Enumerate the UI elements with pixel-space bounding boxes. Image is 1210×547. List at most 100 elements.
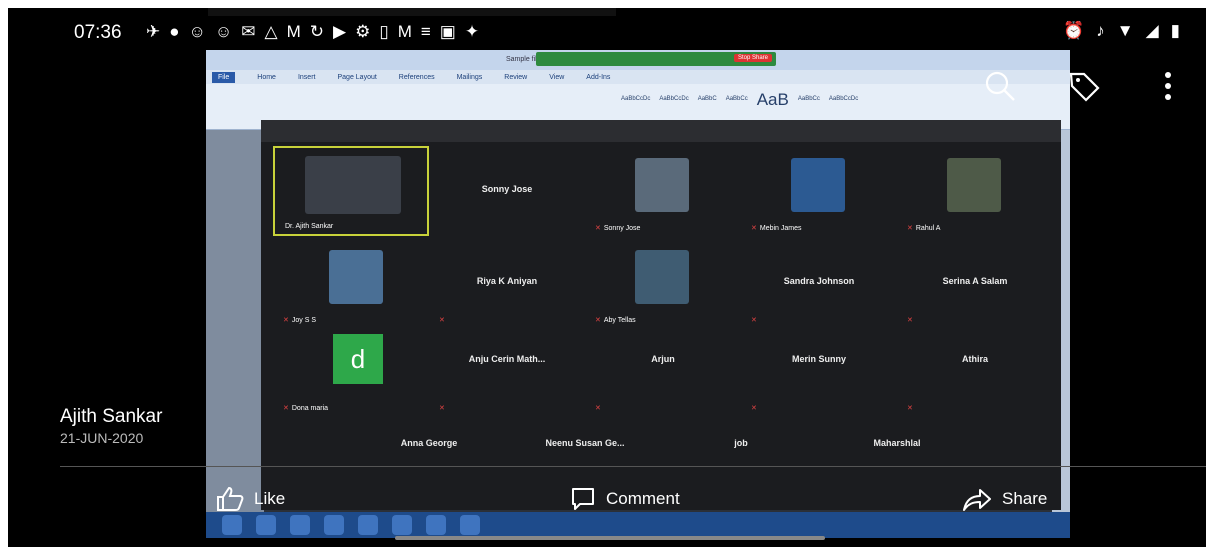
like-button[interactable]: Like — [216, 486, 285, 512]
participant-tile: d ✕ Dona maria — [273, 326, 429, 416]
ribbon-tabs: File Home Insert Page Layout References … — [206, 70, 1070, 84]
settings-icon: ⚙ — [355, 22, 371, 41]
more-vertical-icon — [1165, 72, 1171, 100]
comment-button[interactable]: Comment — [570, 486, 680, 512]
app-icon — [256, 515, 276, 535]
style-sample: AaBbCc — [725, 96, 748, 102]
participant-tile: Riya K Aniyan ✕ — [429, 238, 585, 328]
participant-name: Neenu Susan Ge... — [545, 438, 625, 448]
comment-label: Comment — [606, 489, 680, 508]
participant-label: ✕ Aby Tellas — [595, 317, 636, 324]
photo[interactable]: Sample fil Stop Share File Home Insert P… — [206, 50, 1070, 538]
ribbon-tab: View — [549, 73, 565, 81]
participant-tile: ✕ Rahul A — [897, 146, 1053, 236]
video-thumbnail — [791, 158, 845, 212]
style-sample: AaBbC — [697, 96, 717, 102]
person-icon: ☺ — [214, 22, 233, 41]
participant-name: Arjun — [651, 354, 675, 364]
participant-name: Merin Sunny — [791, 354, 846, 364]
signal-icon: ◢ — [1145, 21, 1159, 40]
gallery-icon: ▣ — [439, 22, 456, 41]
participant-tile: Dr. Ajith Sankar — [273, 146, 429, 236]
ribbon-tab: Add-Ins — [586, 73, 611, 81]
video-thumbnail — [635, 158, 689, 212]
comment-icon — [572, 488, 594, 510]
zoom-gallery-window: Dr. Ajith Sankar Sonny Jose ✕ Sonny Jose … — [261, 120, 1061, 510]
participant-name: Anju Cerin Math... — [468, 354, 546, 364]
participant-name: Riya K Aniyan — [476, 276, 538, 286]
word-title-bar: Sample fil Stop Share — [206, 50, 1070, 70]
more-button[interactable] — [1148, 66, 1188, 106]
zoom-gallery-header — [261, 120, 1061, 142]
video-thumbnail — [305, 156, 401, 214]
tag-icon — [1069, 72, 1100, 102]
share-label: Share — [1002, 489, 1048, 508]
style-sample: AaBbCcDc — [828, 96, 859, 102]
video-thumbnail — [635, 250, 689, 304]
notification-icons: ✈ ● ☺ ☺ ✉ △ M ↻ ▶ ⚙ ▯ M ≡ ▣ ✦ — [146, 22, 479, 42]
styles-gallery: AaBbCcDc AaBbCcDc AaBbC AaBbCc AaB AaBbC… — [621, 90, 859, 116]
mute-icon: ✕ — [751, 317, 757, 324]
participant-label: ✕ Mebin James — [751, 225, 802, 232]
doc-title: Sample fil — [506, 56, 537, 63]
participant-tile: Serina A Salam ✕ — [897, 238, 1053, 328]
home-indicator — [395, 536, 825, 540]
participant-label: Dr. Ajith Sankar — [285, 223, 334, 230]
style-sample: AaBbCcDc — [621, 96, 651, 102]
photo-viewer: 07:36 ✈ ● ☺ ☺ ✉ △ M ↻ ▶ ⚙ ▯ M ≡ ▣ ✦ ⏰ ♪ … — [8, 8, 1206, 547]
message-icon: ● — [169, 22, 180, 41]
satellite-icon: ✦ — [464, 22, 480, 41]
participant-label: ✕ Joy S S — [283, 317, 316, 324]
search-icon — [985, 71, 1015, 101]
gmail-icon: M — [286, 22, 301, 41]
ribbon-tab: File — [212, 71, 236, 83]
participant-name: Serina A Salam — [942, 276, 1008, 286]
video-thumbnail — [329, 250, 383, 304]
participant-label: ✕ Dona maria — [283, 405, 329, 412]
search-button[interactable] — [980, 66, 1020, 106]
alarm-icon: ⏰ — [1063, 21, 1085, 40]
drive-icon: △ — [264, 22, 278, 41]
pin-icon: ▯ — [379, 22, 389, 41]
start-icon — [222, 515, 242, 535]
style-sample: AaBbCc — [797, 96, 820, 102]
person-icon: ☺ — [188, 22, 206, 41]
owner-name[interactable]: Ajith Sankar — [60, 406, 162, 428]
viewer-actions — [980, 66, 1188, 106]
ribbon-tab: Mailings — [456, 73, 483, 81]
participant-tile: ✕ Sonny Jose — [585, 146, 741, 236]
ribbon-tab: Home — [257, 73, 276, 81]
app-icon — [460, 515, 480, 535]
telegram-icon: ✈ — [146, 22, 161, 41]
word-icon — [426, 515, 446, 535]
participant-label: ✕ Rahul A — [907, 225, 941, 232]
tag-button[interactable] — [1064, 66, 1104, 106]
participant-name: Sonny Jose — [481, 184, 533, 194]
style-sample: AaB — [756, 90, 789, 109]
status-bar: 07:36 ✈ ● ☺ ☺ ✉ △ M ↻ ▶ ⚙ ▯ M ≡ ▣ ✦ ⏰ ♪ … — [8, 8, 1206, 48]
battery-icon: ▮ — [1170, 21, 1180, 40]
video-thumbnail — [947, 158, 1001, 212]
share-button[interactable]: Share — [962, 486, 1047, 512]
tower-icon: ≡ — [420, 22, 431, 41]
divider — [60, 466, 1206, 467]
document-margin — [206, 130, 264, 538]
participant-name: job — [734, 438, 748, 448]
status-time: 07:36 — [74, 22, 122, 43]
app-icon — [358, 515, 378, 535]
play-icon: ▶ — [333, 22, 347, 41]
mail-icon: ✉ — [241, 22, 256, 41]
participant-tile: Sandra Johnson ✕ — [741, 238, 897, 328]
ribbon-tab: Insert — [297, 73, 316, 81]
share-icon — [963, 489, 991, 511]
system-icons: ⏰ ♪ ▼ ◢ ▮ — [1063, 21, 1180, 41]
ribbon-tab: Page Layout — [337, 73, 377, 81]
stop-share-label: Stop Share — [733, 54, 772, 62]
participant-avatar: d — [333, 334, 383, 384]
wifi-icon: ▼ — [1116, 21, 1134, 40]
participant-tile: Sonny Jose — [429, 146, 585, 236]
participant-name: Sandra Johnson — [783, 276, 855, 286]
participant-name: Athira — [961, 354, 988, 364]
ribbon-tab: Review — [504, 73, 528, 81]
participant-tile: Arjun ✕ — [585, 326, 741, 416]
